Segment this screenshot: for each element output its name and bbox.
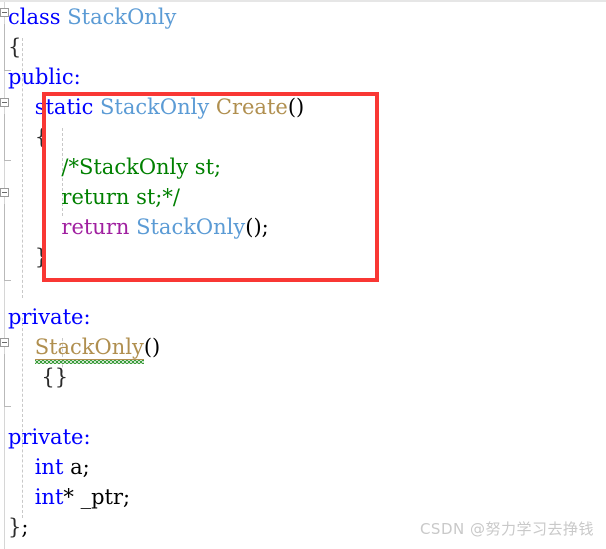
- code-token-brace: {: [8, 35, 22, 59]
- code-token-cmt: /*StackOnly st;: [61, 155, 222, 179]
- code-line[interactable]: return StackOnly();: [0, 212, 606, 242]
- code-token-kw: private: [8, 305, 84, 329]
- code-token-plain: (): [287, 95, 305, 119]
- code-line[interactable]: StackOnly(): [0, 332, 606, 364]
- code-line[interactable]: int* _ptr;: [0, 482, 606, 512]
- code-token-ctl: return: [61, 215, 130, 239]
- code-token-cmt: return st;*/: [61, 185, 180, 209]
- code-token-type: StackOnly: [136, 215, 246, 239]
- code-line[interactable]: public:: [0, 62, 606, 92]
- code-line[interactable]: int a;: [0, 452, 606, 482]
- code-token-plain: a;: [63, 455, 90, 479]
- code-token-kw: static: [34, 95, 94, 119]
- code-token-brace: }: [8, 515, 22, 539]
- code-line[interactable]: {: [0, 32, 606, 62]
- code-line[interactable]: class StackOnly: [0, 2, 606, 32]
- code-token-kw: class: [8, 5, 61, 29]
- code-token-plain: (): [143, 335, 161, 359]
- code-token-kw: int: [34, 485, 64, 509]
- code-line[interactable]: [0, 392, 606, 422]
- code-token-kw: :: [73, 65, 81, 89]
- code-token-brace: }: [34, 245, 49, 269]
- code-content[interactable]: class StackOnly { public: static StackOnly…: [0, 2, 606, 542]
- code-token-plain: * _ptr;: [63, 485, 131, 509]
- code-line[interactable]: {: [0, 122, 606, 152]
- code-line[interactable]: static StackOnly Create(): [0, 92, 606, 122]
- code-editor-surface[interactable]: class StackOnly { public: static StackOnly…: [0, 0, 606, 549]
- code-line[interactable]: private:: [0, 422, 606, 452]
- code-line[interactable]: private:: [0, 302, 606, 332]
- constructor-name-with-warning: StackOnly: [34, 335, 144, 364]
- code-line[interactable]: /*StackOnly st;: [0, 152, 606, 182]
- code-token-kw: public: [8, 65, 74, 89]
- code-token-kw: private: [8, 425, 84, 449]
- code-token-brace: {}: [41, 365, 69, 389]
- code-line[interactable]: {}: [0, 362, 606, 392]
- code-line[interactable]: return st;*/: [0, 182, 606, 212]
- code-token-func: Create: [215, 95, 288, 119]
- code-token-kw: :: [83, 425, 91, 449]
- code-line[interactable]: }: [0, 242, 606, 272]
- code-token-type: StackOnly: [100, 95, 210, 119]
- code-token-type: StackOnly: [67, 5, 177, 29]
- code-token-kw: :: [83, 305, 91, 329]
- csdn-watermark: CSDN @努力学习去挣钱: [419, 520, 594, 538]
- code-token-brace: {: [34, 125, 49, 149]
- code-line[interactable]: [0, 272, 606, 302]
- code-token-kw: int: [34, 455, 64, 479]
- code-token-plain: ;: [21, 515, 29, 539]
- code-token-plain: (): [245, 215, 262, 239]
- code-token-plain: ;: [261, 215, 269, 239]
